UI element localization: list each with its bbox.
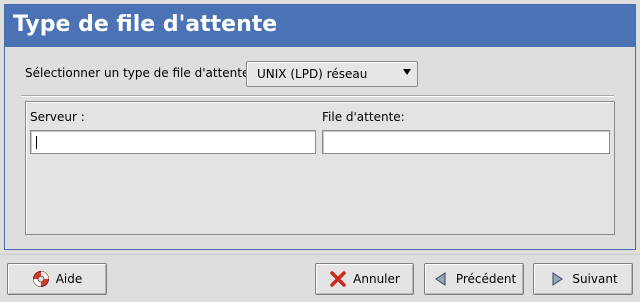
lifebuoy-icon bbox=[32, 270, 50, 288]
queue-name-label: File d'attente: bbox=[322, 110, 405, 124]
server-input[interactable] bbox=[30, 130, 316, 154]
cancel-button[interactable]: Annuler bbox=[315, 263, 414, 295]
text-cursor bbox=[36, 136, 37, 149]
button-bar-separator bbox=[0, 254, 640, 255]
next-button[interactable]: Suivant bbox=[533, 263, 633, 295]
queue-type-selected-value: UNIX (LPD) réseau bbox=[257, 67, 368, 81]
red-x-icon bbox=[329, 270, 347, 288]
queue-options-frame bbox=[25, 101, 615, 235]
next-button-label: Suivant bbox=[572, 272, 618, 286]
dialog-window: Type de file d'attente Sélectionner un t… bbox=[0, 0, 640, 302]
server-label: Serveur : bbox=[30, 110, 85, 124]
cancel-button-label: Annuler bbox=[353, 272, 400, 286]
separator bbox=[21, 95, 614, 97]
queue-name-input[interactable] bbox=[322, 130, 610, 154]
page-title: Type de file d'attente bbox=[13, 12, 278, 37]
title-bar: Type de file d'attente bbox=[5, 5, 635, 47]
previous-button[interactable]: Précédent bbox=[424, 263, 524, 295]
help-button[interactable]: Aide bbox=[7, 263, 107, 295]
help-button-label: Aide bbox=[55, 272, 83, 286]
queue-type-label: Sélectionner un type de file d'attente: bbox=[25, 66, 254, 80]
previous-button-label: Précédent bbox=[455, 272, 517, 286]
arrow-left-icon bbox=[432, 270, 450, 288]
dropdown-arrow-icon bbox=[403, 69, 411, 75]
arrow-right-icon bbox=[548, 270, 566, 288]
queue-type-dropdown[interactable]: UNIX (LPD) réseau bbox=[246, 61, 418, 87]
